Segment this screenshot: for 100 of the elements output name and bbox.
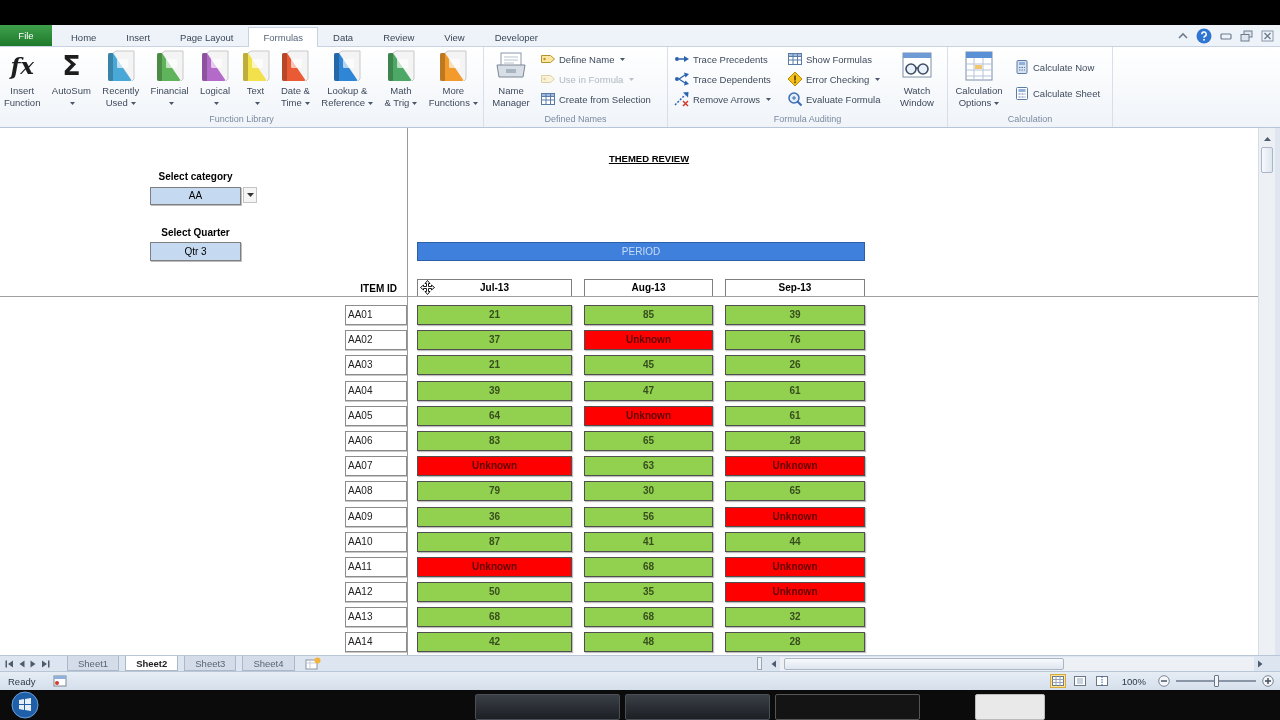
value-cell: 50 xyxy=(417,582,572,603)
calculator-icon xyxy=(1014,85,1030,101)
grid-icon xyxy=(540,91,556,107)
month-header-cell: Sep-13 xyxy=(725,279,865,296)
page-layout-view-icon[interactable] xyxy=(1071,674,1088,688)
minimize-icon[interactable] xyxy=(1220,31,1232,40)
value-cell: 65 xyxy=(584,430,713,451)
ribbon-button[interactable]: Name Manager xyxy=(488,47,534,113)
month-header-cell: Jul-13 xyxy=(417,279,572,296)
magnifier-icon xyxy=(787,91,803,107)
ribbon-button[interactable]: Σ AutoSum xyxy=(49,47,93,113)
value-cell: 21 xyxy=(417,355,572,376)
dropdown-button[interactable] xyxy=(243,187,257,203)
value-cell: 30 xyxy=(584,481,713,502)
ribbon-button[interactable]: Define Name xyxy=(538,49,653,69)
ribbon-button[interactable]: Create from Selection xyxy=(538,89,653,109)
item-id-cell: AA12 xyxy=(345,582,407,603)
ribbon-tab[interactable]: Developer xyxy=(479,27,554,46)
close-icon[interactable] xyxy=(1261,29,1274,42)
category-dropdown[interactable]: AA xyxy=(150,187,241,205)
sheet-tab[interactable]: Sheet1 xyxy=(67,656,120,671)
zoom-slider-thumb[interactable] xyxy=(1214,675,1219,687)
zoom-level[interactable]: 100% xyxy=(1121,675,1146,687)
ribbon-tab[interactable]: Data xyxy=(318,27,369,46)
last-arrow-icon[interactable] xyxy=(41,659,50,668)
ribbon-button[interactable]: Evaluate Formula xyxy=(785,89,891,109)
value-cell: 61 xyxy=(725,405,865,426)
scroll-thumb[interactable] xyxy=(784,657,1064,670)
caret-icon xyxy=(304,101,310,105)
zoom-in-icon[interactable] xyxy=(1262,675,1274,687)
help-icon[interactable] xyxy=(1196,27,1212,44)
caret-icon xyxy=(130,101,136,105)
group-label: Formula Auditing xyxy=(772,113,843,126)
ribbon-button[interactable]: Math & Trig xyxy=(382,47,420,113)
taskbar-button[interactable] xyxy=(475,694,620,720)
chevron-icon[interactable] xyxy=(1178,32,1188,39)
taskbar-button[interactable] xyxy=(625,694,770,720)
group-label: Function Library xyxy=(208,113,275,126)
ribbon-tab[interactable]: Page Layout xyxy=(165,27,249,46)
caret-icon xyxy=(472,101,478,105)
value-cell: 47 xyxy=(584,380,713,401)
ribbon-button[interactable]: Show Formulas xyxy=(785,49,891,69)
sheet-tab[interactable]: Sheet2 xyxy=(125,656,179,671)
ribbon-button[interactable]: Calculation Options xyxy=(950,47,1008,113)
ribbon-button[interactable]: Logical xyxy=(198,47,233,113)
normal-view-icon[interactable] xyxy=(1049,674,1066,688)
ribbon-button[interactable]: Text xyxy=(239,47,272,113)
arrows-icon xyxy=(674,71,690,87)
ribbon-button[interactable]: Remove Arrows xyxy=(672,89,784,109)
file-tab[interactable]: File xyxy=(0,25,52,46)
page-break-view-icon[interactable] xyxy=(1093,674,1110,688)
start-orb-icon[interactable] xyxy=(11,691,39,719)
zoom-out-icon[interactable] xyxy=(1158,675,1170,687)
period-banner: PERIOD xyxy=(417,242,865,261)
category-label: Select category xyxy=(157,171,234,183)
ribbon-button[interactable]: Watch Window xyxy=(893,47,941,113)
status-text: Ready xyxy=(7,675,36,687)
warning-icon xyxy=(787,71,803,87)
ribbon-button[interactable]: Recently Used xyxy=(100,47,142,113)
vertical-scrollbar[interactable] xyxy=(1258,128,1275,655)
ribbon-button[interactable]: Calculate Sheet xyxy=(1012,80,1103,106)
ribbon-button[interactable]: Trace Precedents xyxy=(672,49,784,69)
caret-icon xyxy=(620,57,626,61)
ribbon-tab[interactable]: Formulas xyxy=(248,27,319,47)
ribbon-button[interactable]: fx Insert Function xyxy=(2,47,43,113)
macro-record-icon[interactable] xyxy=(53,675,68,687)
value-cell: 44 xyxy=(725,531,865,552)
ribbon-button[interactable]: Trace Dependents xyxy=(672,69,784,89)
value-cell: 61 xyxy=(725,380,865,401)
first-arrow-icon[interactable] xyxy=(5,659,14,668)
ribbon-tab[interactable]: Insert xyxy=(111,27,166,46)
previous-arrow-icon[interactable] xyxy=(19,659,25,668)
split-handle[interactable] xyxy=(757,657,762,670)
horizontal-scrollbar[interactable] xyxy=(780,656,1254,671)
next-arrow-icon[interactable] xyxy=(30,659,36,668)
restore-icon[interactable] xyxy=(1240,29,1253,42)
value-cell: Unknown xyxy=(725,556,865,577)
item-id-cell: AA03 xyxy=(345,355,407,376)
ribbon-button[interactable]: Calculate Now xyxy=(1012,54,1103,80)
ribbon-button[interactable]: Error Checking xyxy=(785,69,891,89)
ribbon-tab[interactable]: View xyxy=(429,27,480,46)
caret-icon xyxy=(368,101,374,105)
taskbar-button[interactable] xyxy=(775,694,920,720)
value-cell: 37 xyxy=(417,330,572,351)
item-id-label: ITEM ID xyxy=(360,283,397,295)
value-cell: Unknown xyxy=(584,405,713,426)
ribbon-tab[interactable]: Review xyxy=(368,27,430,46)
value-cell: 36 xyxy=(417,506,572,527)
caret-icon xyxy=(168,101,174,105)
value-cell: 35 xyxy=(584,582,713,603)
sheet-tab[interactable]: Sheet4 xyxy=(242,656,295,671)
sheet-tab[interactable]: Sheet3 xyxy=(184,656,237,671)
scroll-thumb[interactable] xyxy=(1261,147,1273,173)
value-cell: 64 xyxy=(417,405,572,426)
value-cell: Unknown xyxy=(417,456,572,477)
ribbon-button[interactable]: More Functions xyxy=(426,47,480,113)
ribbon-button[interactable]: Date & Time xyxy=(278,47,312,113)
ribbon-button[interactable]: Lookup & Reference xyxy=(319,47,376,113)
ribbon-tab[interactable]: Home xyxy=(56,27,112,46)
ribbon-button[interactable]: Financial xyxy=(148,47,191,113)
